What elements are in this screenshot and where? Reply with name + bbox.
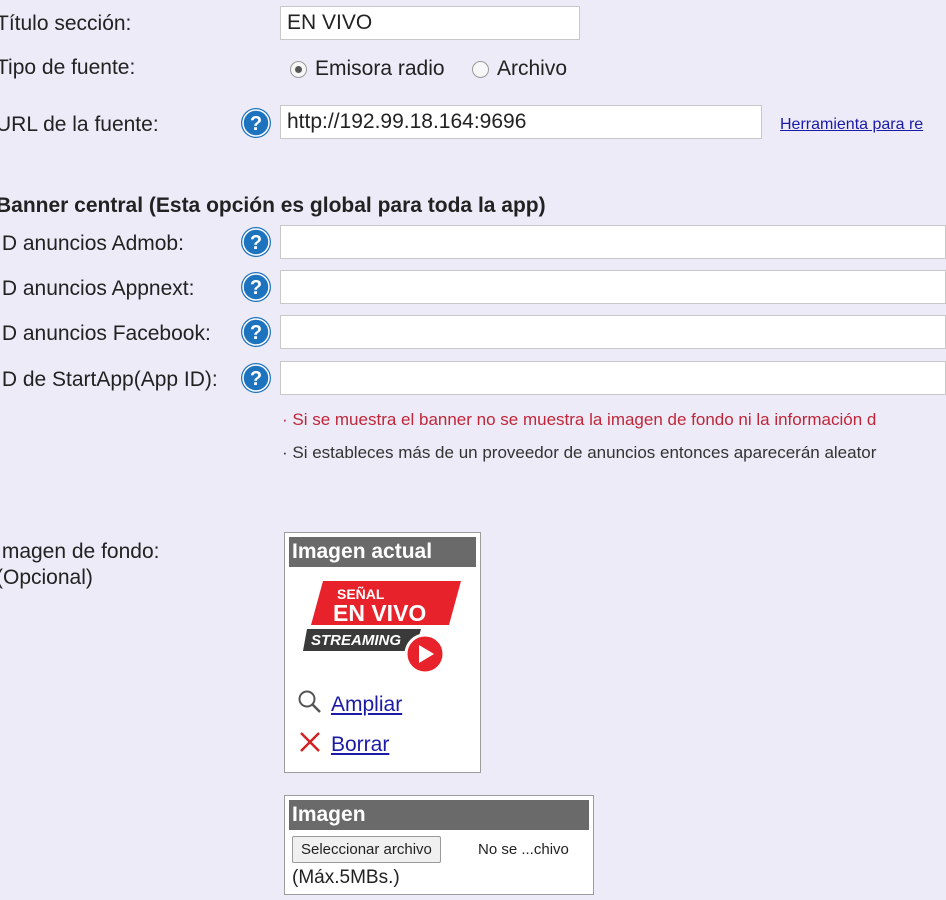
- current-image-title: Imagen actual: [289, 537, 476, 567]
- titulo-label: Título sección:: [0, 12, 132, 35]
- appnext-label: ID anuncios Appnext:: [0, 277, 195, 300]
- admob-label: ID anuncios Admob:: [0, 232, 184, 255]
- facebook-label: ID anuncios Facebook:: [0, 322, 211, 345]
- tipo-label: Tipo de fuente:: [0, 56, 136, 79]
- choose-file-button[interactable]: Seleccionar archivo: [292, 836, 441, 863]
- radio-emisora[interactable]: Emisora radio: [290, 57, 445, 81]
- streaming-logo: SEÑAL EN VIVO STREAMING: [303, 581, 461, 675]
- current-image-box: Imagen actual SEÑAL EN VIVO STREAMING Am…: [284, 532, 481, 773]
- logo-text-3: STREAMING: [311, 632, 401, 649]
- help-icon[interactable]: ?: [240, 226, 272, 258]
- appnext-input[interactable]: [280, 270, 946, 304]
- admob-input[interactable]: [280, 225, 946, 259]
- bg-image-label: Imagen de fondo:: [0, 540, 160, 563]
- banner-section-title: Banner central (Esta opción es global pa…: [0, 194, 546, 217]
- titulo-input[interactable]: EN VIVO: [280, 6, 580, 40]
- radio-emisora-label: Emisora radio: [315, 57, 445, 80]
- delete-link[interactable]: Borrar: [331, 733, 389, 757]
- logo-text-2: EN VIVO: [333, 600, 426, 626]
- startapp-input[interactable]: [280, 361, 946, 395]
- url-tool-link[interactable]: Herramienta para re: [780, 116, 923, 134]
- svg-text:?: ?: [250, 113, 262, 135]
- zoom-link[interactable]: Ampliar: [331, 693, 402, 717]
- radio-archivo[interactable]: Archivo: [472, 57, 567, 81]
- bg-image-optional: (Opcional): [0, 566, 93, 589]
- help-icon[interactable]: ?: [240, 271, 272, 303]
- url-label: URL de la fuente:: [0, 113, 159, 136]
- radio-emisora-dot[interactable]: [290, 60, 307, 78]
- svg-text:?: ?: [250, 368, 262, 390]
- upload-image-title: Imagen: [289, 800, 589, 830]
- radio-archivo-dot[interactable]: [472, 60, 489, 78]
- upload-image-box: Imagen Seleccionar archivo No se ...chiv…: [284, 795, 594, 895]
- delete-x-icon[interactable]: [299, 731, 321, 753]
- url-input[interactable]: http://192.99.18.164:9696: [280, 105, 762, 139]
- banner-note-gray: · Si estableces más de un proveedor de a…: [282, 443, 877, 462]
- banner-note-red: · Si se muestra el banner no se muestra …: [282, 410, 877, 429]
- help-icon[interactable]: ?: [240, 316, 272, 348]
- file-status: No se ...chivo: [478, 841, 569, 858]
- magnifier-icon[interactable]: [297, 689, 323, 715]
- svg-text:?: ?: [250, 232, 262, 254]
- help-icon[interactable]: ?: [240, 107, 272, 139]
- svg-text:?: ?: [250, 277, 262, 299]
- help-icon[interactable]: ?: [240, 362, 272, 394]
- radio-archivo-label: Archivo: [497, 57, 568, 80]
- max-size-note: (Máx.5MBs.): [292, 867, 400, 888]
- svg-text:?: ?: [250, 322, 262, 344]
- facebook-input[interactable]: [280, 315, 946, 349]
- startapp-label: ID de StartApp(App ID):: [0, 368, 218, 391]
